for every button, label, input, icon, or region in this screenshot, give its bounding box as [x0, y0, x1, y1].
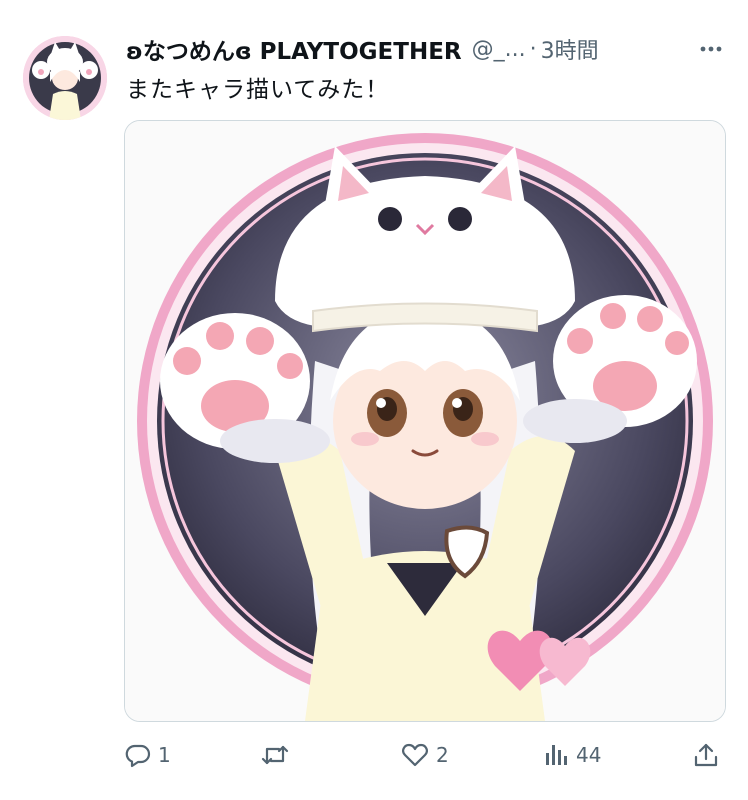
views-button[interactable]: 44 — [542, 735, 601, 775]
views-count: 44 — [576, 743, 602, 767]
reply-count: 1 — [158, 743, 171, 767]
header-separator: · — [529, 36, 537, 62]
media-illustration — [125, 121, 725, 721]
like-count: 2 — [436, 743, 449, 767]
reply-icon — [124, 741, 152, 769]
tweet-timestamp[interactable]: 3時間 — [541, 33, 599, 65]
reply-button[interactable]: 1 — [124, 735, 171, 775]
share-button[interactable] — [692, 735, 720, 775]
retweet-icon — [260, 741, 290, 769]
retweet-button[interactable] — [260, 735, 296, 775]
author-avatar[interactable] — [23, 36, 107, 120]
like-button[interactable]: 2 — [400, 735, 449, 775]
author-display-name[interactable]: ʚなつめんɞ PLAYTOGETHER — [126, 32, 462, 66]
avatar-illustration — [23, 36, 107, 120]
like-icon — [400, 741, 430, 769]
share-icon — [692, 741, 720, 769]
tweet-header: ʚなつめんɞ PLAYTOGETHER @_... · 3時間 — [126, 32, 726, 66]
more-icon[interactable] — [696, 34, 726, 64]
tweet-action-bar: 1 2 44 — [124, 735, 724, 775]
author-handle[interactable]: @_... — [472, 37, 526, 62]
views-icon — [542, 741, 570, 769]
tweet-media-image[interactable] — [124, 120, 726, 722]
tweet-text: またキャラ描いてみた！ — [126, 77, 390, 103]
